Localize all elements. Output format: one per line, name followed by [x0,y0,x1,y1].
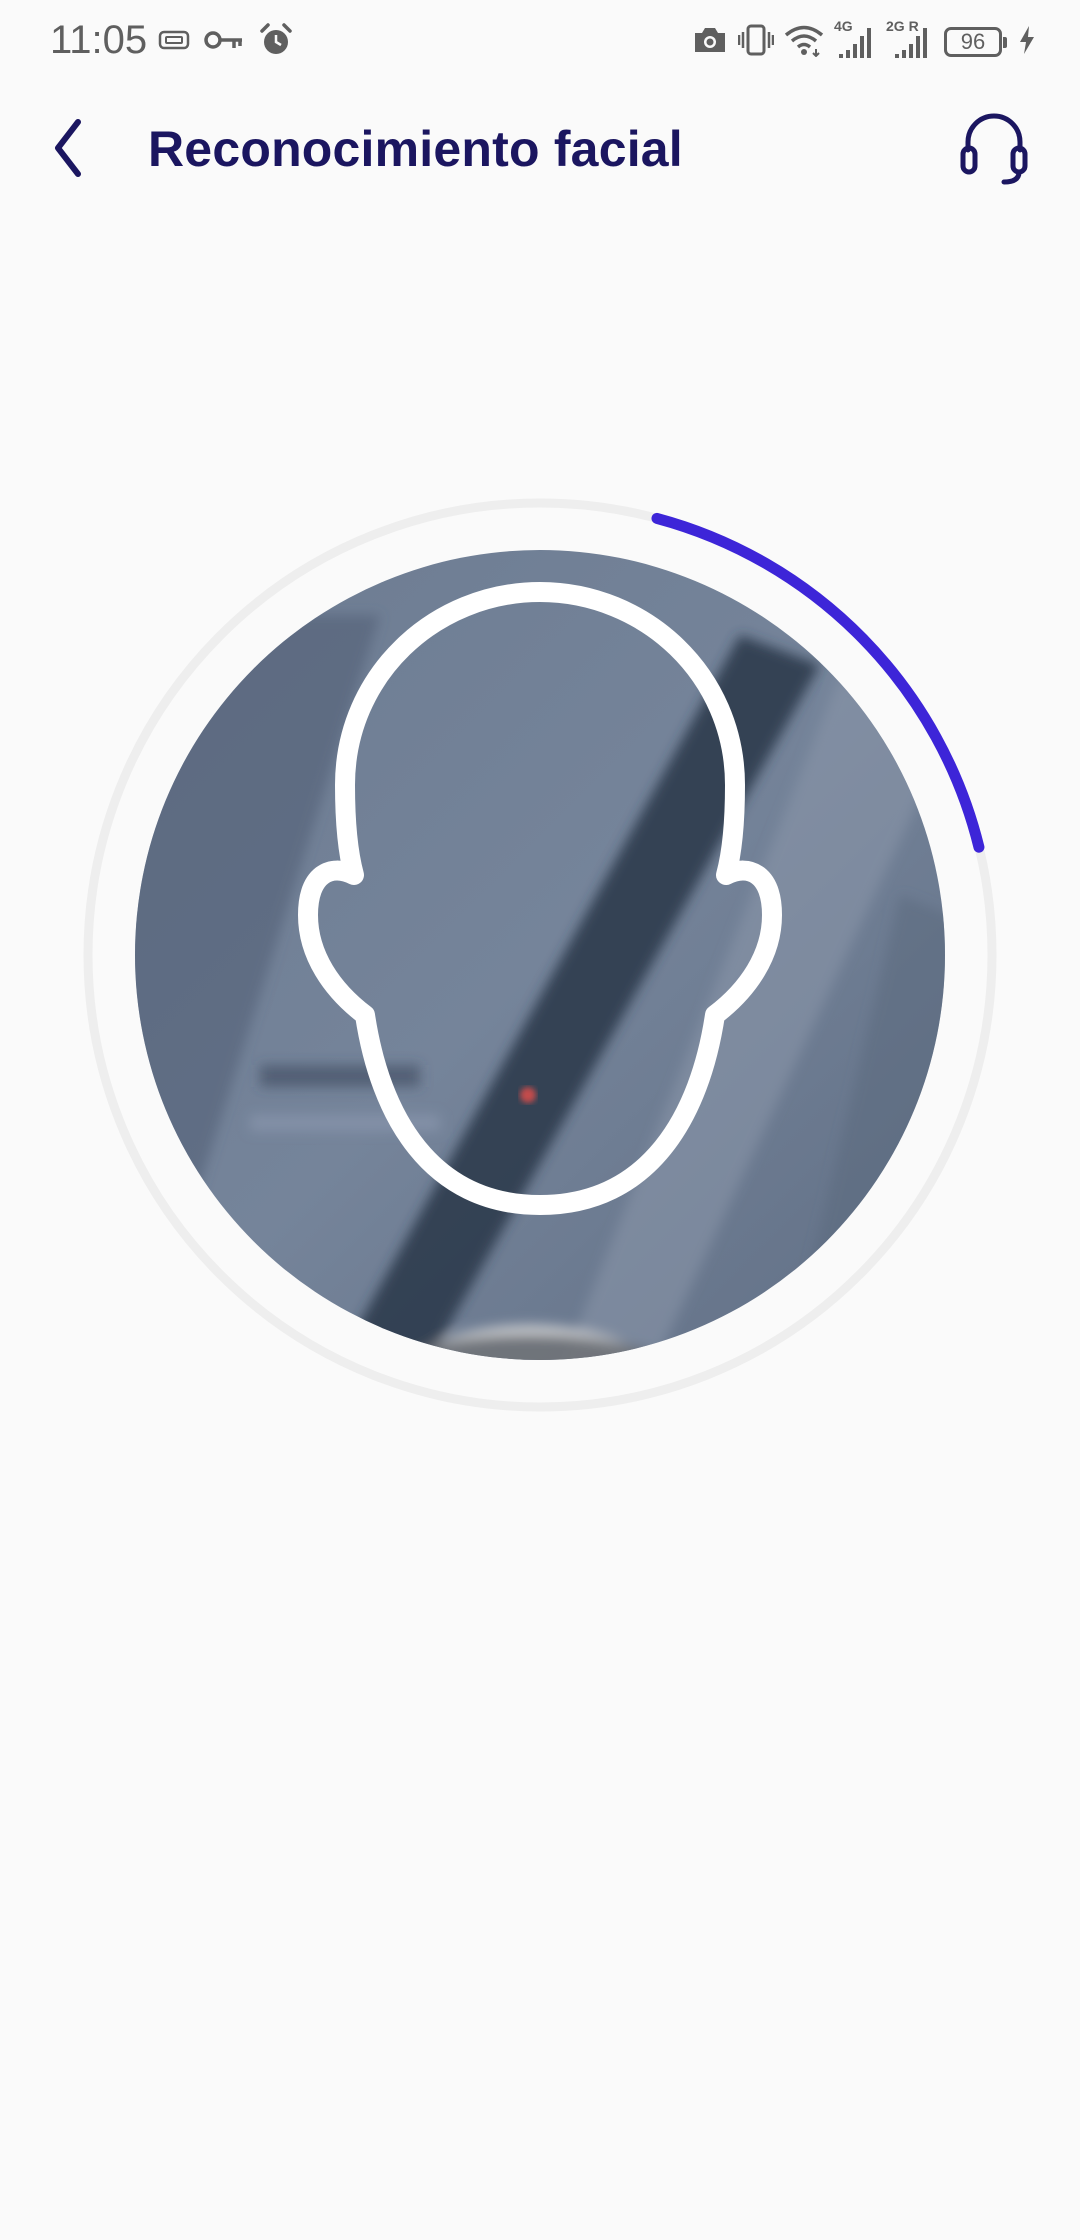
chevron-left-icon [48,116,88,185]
signal-2g-roaming-icon: 2G R [886,18,934,62]
status-left-icons [158,22,294,62]
face-recognition-screen: 11:05 4G 2G R 96 Reconocimiento facial [0,0,1080,2240]
face-capture-area [80,495,1000,1415]
battery-icon: 96 [944,27,1007,57]
camera-in-use-icon [692,25,728,60]
page-title: Reconocimiento facial [148,121,683,177]
sim-card-icon [158,29,190,56]
back-button[interactable] [36,114,100,186]
alarm-icon [258,22,294,63]
vibrate-icon [737,23,775,62]
battery-level: 96 [960,29,986,54]
support-button[interactable] [954,108,1034,192]
headset-icon [958,110,1030,191]
charging-icon [1018,25,1036,60]
vpn-key-icon [204,27,244,58]
status-time: 11:05 [50,18,148,62]
app-bar: Reconocimiento facial [0,100,1080,200]
wifi-icon [784,23,824,62]
status-bar: 11:05 4G 2G R 96 [0,0,1080,82]
status-right-icons: 4G 2G R 96 [692,18,1036,64]
signal-4g-icon: 4G [834,18,876,62]
